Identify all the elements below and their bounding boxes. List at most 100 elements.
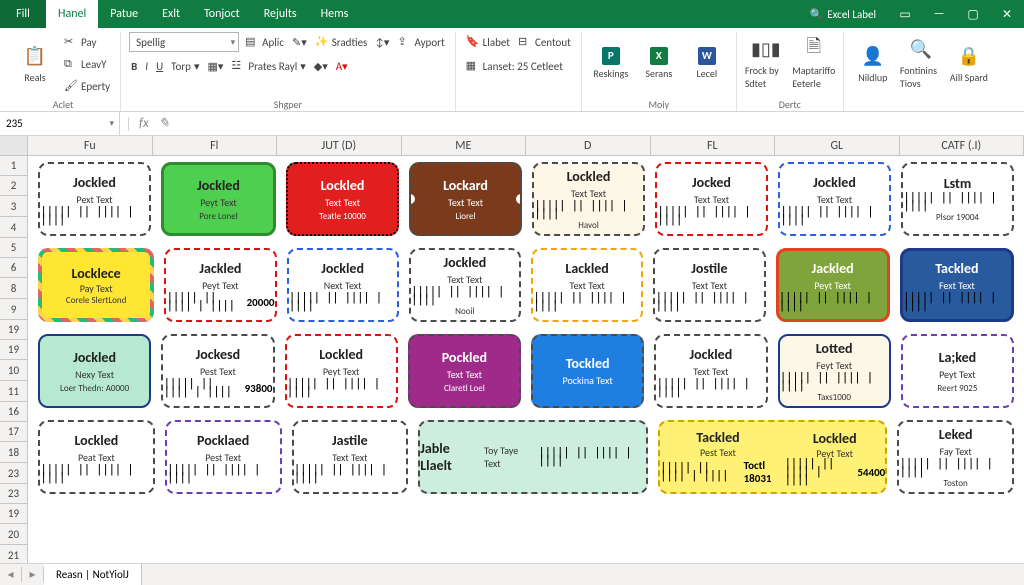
centout-button[interactable]: ⊟Centout [516,32,573,52]
label-tile[interactable]: PockledText TextClaretl Loel [408,334,521,408]
fill-color[interactable]: ◆▾ [312,56,330,76]
label-tile[interactable]: TackledFext Text||||| || |||| | |||| [900,248,1014,322]
label-tile[interactable]: JackledPeyt Text||||| || |||| | |||| [776,248,890,322]
maptariffo-button[interactable]: 🗎Maptariffo Eeterle [793,32,835,94]
col-G[interactable]: GL [775,136,900,155]
app-publisher[interactable]: PReskings [590,32,632,94]
sheet-prev[interactable]: ◂ [0,567,22,582]
top-button[interactable]: Torp▾ [169,56,201,76]
ayport-button[interactable]: ⇪Ayport [395,32,446,52]
tab-3[interactable]: Tonjoct [192,0,252,28]
label-tile[interactable]: JockledPext Text||||| || |||| | |||| [38,162,151,236]
row-header[interactable]: 23 [0,463,27,484]
row-header[interactable]: 19 [0,504,27,524]
label-tile[interactable]: LockledPeyt Text||||| || |||| | |||| [285,334,398,408]
col-H[interactable]: CATF (.I) [900,136,1024,155]
nildlup-button[interactable]: 👤Nildlup [852,32,894,94]
row-header[interactable]: 16 [0,402,27,422]
pen-dropdown[interactable]: ✎▾ [290,32,309,52]
aplic-button[interactable]: ▤Aplic [243,32,286,52]
format-painter-button[interactable]: 🖌Eperty [62,76,112,96]
window-close[interactable]: ✕ [990,0,1024,28]
label-tile[interactable]: LackledText Text||||| || |||| | |||| [531,248,643,322]
window-maximize[interactable]: ▢ [956,0,990,28]
font-combo[interactable]: Spellig [129,32,239,52]
lanset-row[interactable]: ▦Lanset: 25 Cetleet [464,56,565,76]
sort-dropdown[interactable]: ↕▾ [373,32,391,52]
row-header[interactable]: 19 [0,340,27,360]
row-header[interactable]: 21 [0,545,27,563]
aillspard-button[interactable]: 🔒Aill Spard [948,32,990,94]
label-tile[interactable]: JockledText Text||||| || |||| | ||||Nooi… [409,248,521,322]
label-tile[interactable]: JockesdPest Text||||| || |||| | ||||9380… [161,334,274,408]
row-header[interactable]: 2 [0,176,27,196]
row-header[interactable]: 5 [0,238,27,258]
row-header[interactable]: 20 [0,524,27,545]
row-header[interactable]: 17 [0,422,27,442]
fontinins-button[interactable]: 🔍Fontinins Tiovs [900,32,942,94]
spreadsheet-grid[interactable]: Fu Fl JUT (D) ME D FL GL CATF (.I) 12345… [0,136,1024,563]
label-tile[interactable]: JackledPeyt Text||||| || |||| | ||||2000… [164,248,276,322]
liabet-button[interactable]: 🔖Llabet [464,32,512,52]
frockby-button[interactable]: ▮▯▮Frock by Sdtet [745,32,787,94]
label-tile[interactable]: JockledPeyt TextPore Lonel [161,162,276,236]
label-tile[interactable]: TockledPockina Text [531,334,644,408]
app-word[interactable]: WLecel [686,32,728,94]
fx-icon[interactable]: fx [139,116,149,131]
search-icon[interactable]: 🔍 [810,8,824,21]
border-dropdown[interactable]: ▦▾ [205,56,225,76]
row-header[interactable]: 11 [0,381,27,402]
col-A[interactable]: Fu [28,136,153,155]
row-header[interactable]: 4 [0,217,27,238]
row-header[interactable]: 8 [0,278,27,299]
row-header[interactable]: 6 [0,258,27,278]
row-header[interactable]: 9 [0,299,27,320]
paste-button[interactable]: 📋 Reals [14,32,56,94]
row-header[interactable]: 18 [0,442,27,463]
tab-file[interactable]: Fill [0,0,46,28]
col-F[interactable]: FL [651,136,776,155]
tab-1[interactable]: Patue [98,0,150,28]
label-tile[interactable]: TackledPest Text||||| || |||| | ||||Toct… [658,420,888,494]
label-tile[interactable]: JastileText Text||||| || |||| | |||| [292,420,409,494]
italic-button[interactable]: I [143,56,150,76]
label-tile[interactable]: LottedFeyt Text||||| || |||| | ||||Taxs1… [778,334,891,408]
label-tile[interactable]: Lstm||||| || |||| | ||||Plsor 19004 [901,162,1014,236]
row-header[interactable]: 19 [0,320,27,340]
label-tile[interactable]: JostileText Text||||| || |||| | |||| [653,248,765,322]
row-header[interactable]: 1 [0,156,27,176]
label-tile[interactable]: LockledPeat Text||||| || |||| | |||| [38,420,155,494]
underline-button[interactable]: U [154,56,165,76]
label-tile[interactable]: LockledText Text||||| || |||| | ||||Havo… [532,162,645,236]
label-tile[interactable]: LekedFay Text||||| || |||| | ||||Toston [897,420,1014,494]
label-tile[interactable]: LocklecePay TextCorele SlertLond [38,248,154,322]
cut-button[interactable]: ✂Pay [62,32,112,52]
label-tile[interactable]: PocklaedPest Text||||| || |||| | |||| [165,420,282,494]
label-tile[interactable]: JockledText Text||||| || |||| | |||| [778,162,891,236]
label-tile[interactable]: Jable LlaeltToy Taye Text||||| || |||| |… [418,420,648,494]
tab-4[interactable]: Rejults [252,0,309,28]
row-header[interactable]: 10 [0,360,27,381]
select-all-corner[interactable] [0,136,28,155]
font-color[interactable]: A▾ [334,56,350,76]
app-excel[interactable]: XSerans [638,32,680,94]
col-C[interactable]: JUT (D) [277,136,402,155]
label-tile[interactable]: JockledText Text||||| || |||| | |||| [654,334,767,408]
label-tile[interactable]: JockledNexy TextLoer Thedn: A0000 [38,334,151,408]
prates-button[interactable]: ☳Prates Rayl▾ [229,56,307,76]
copy-button[interactable]: ⧉LeavY [62,54,112,74]
label-tile[interactable]: JockledNext Text||||| || |||| | |||| [287,248,399,322]
bold-button[interactable]: B [129,56,139,76]
col-E[interactable]: D [526,136,651,155]
sradties-button[interactable]: ✨Sradties [313,32,370,52]
tab-2[interactable]: Exlt [150,0,192,28]
label-tile[interactable]: LockardText TextLiorel [409,162,522,236]
label-tile[interactable]: LockledText TextTeatle 10000 [286,162,399,236]
label-tile[interactable]: La;kedPeyt TextReert 9025 [901,334,1014,408]
ribbon-collapse[interactable]: ▭ [888,0,922,28]
sheet-next[interactable]: ▸ [22,567,44,582]
window-minimize[interactable]: — [922,0,956,28]
row-header[interactable]: 23 [0,484,27,504]
sheet-tab[interactable]: Reasn | NotYiolJ [44,564,142,585]
tab-home[interactable]: Hanel [46,0,98,28]
